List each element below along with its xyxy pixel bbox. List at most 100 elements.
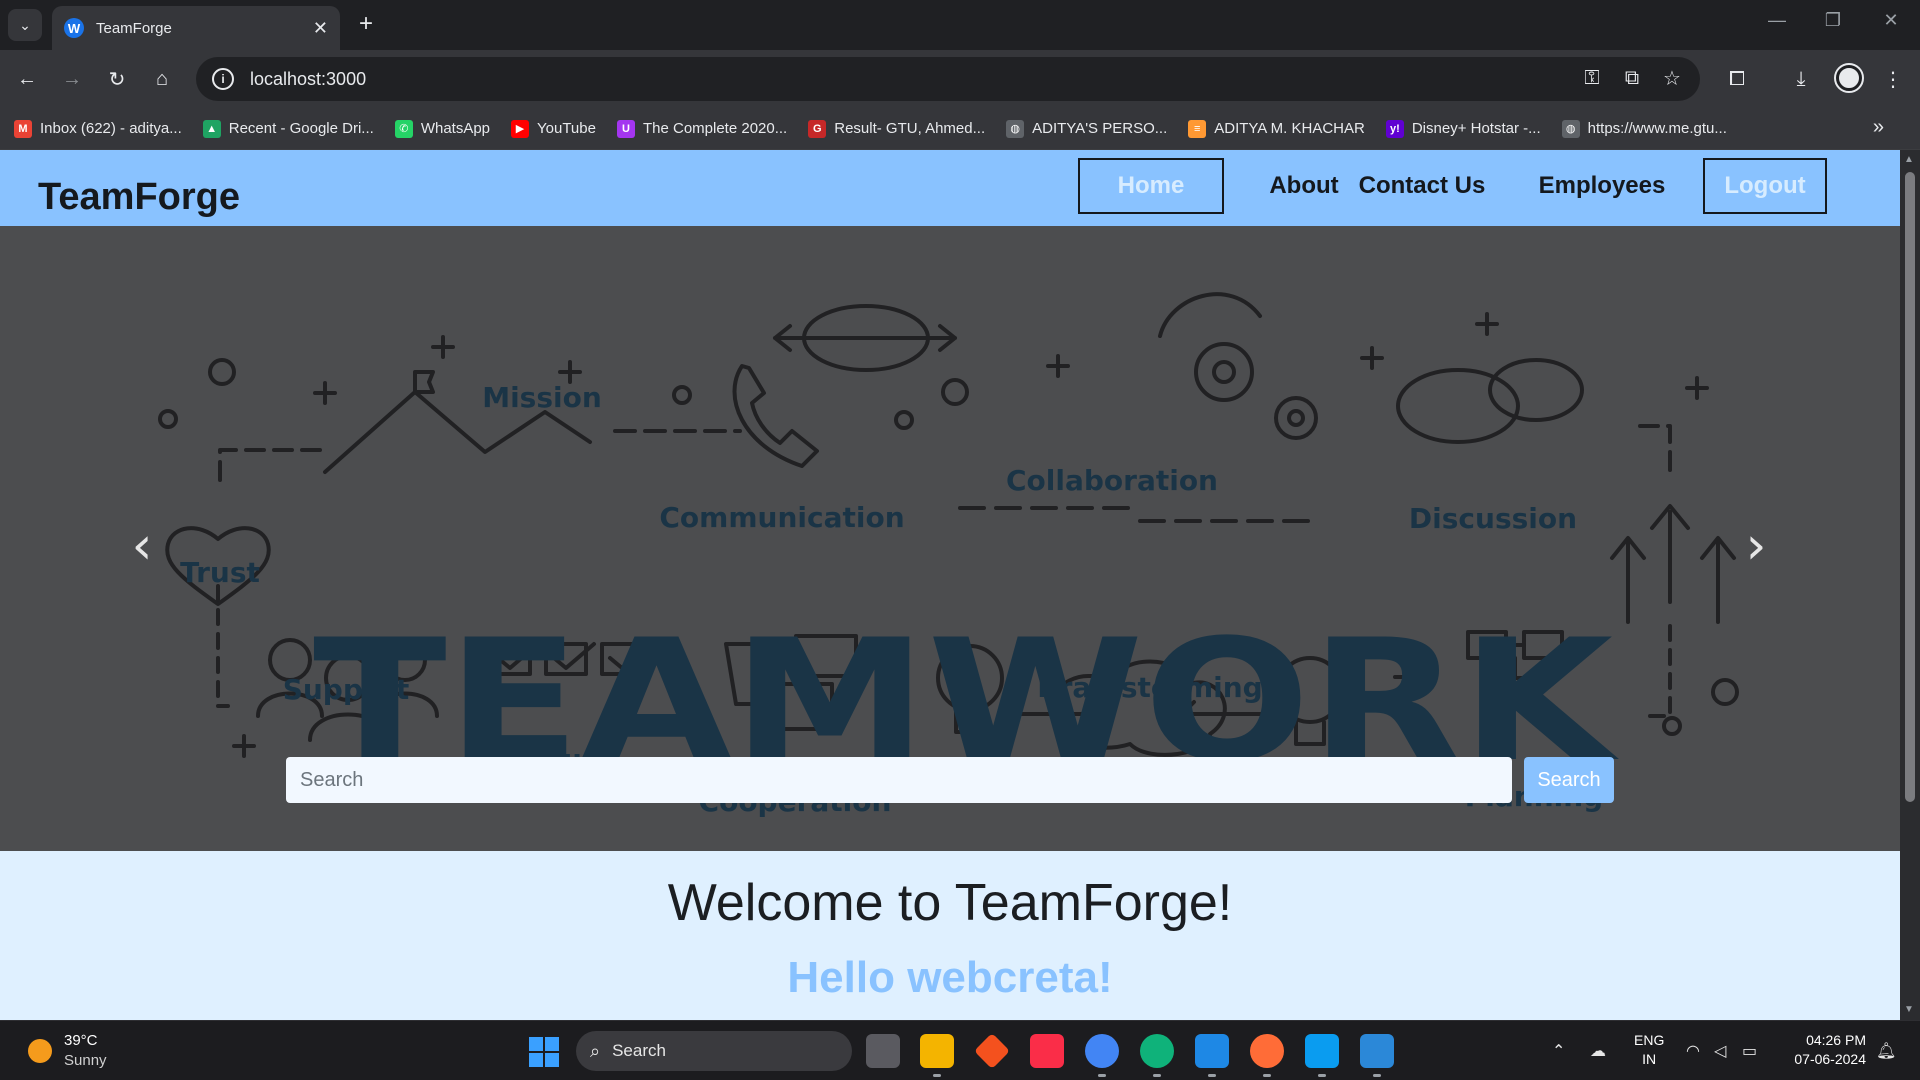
tab-title: TeamForge xyxy=(96,19,172,37)
home-icon[interactable]: ⌂ xyxy=(147,64,177,94)
clock-time: 04:26 PM xyxy=(1806,1032,1866,1048)
nav-logout-button[interactable]: Logout xyxy=(1703,158,1827,214)
bookmark-item[interactable]: y! Disney+ Hotstar -... xyxy=(1385,119,1541,138)
bookmark-label: WhatsApp xyxy=(420,120,491,137)
bookmark-item[interactable]: M Inbox (622) - aditya... xyxy=(14,119,182,138)
browser-tab[interactable]: W TeamForge ✕ xyxy=(52,6,340,50)
page-scrollbar[interactable]: ▲ ▼ xyxy=(1900,150,1920,1020)
bookmark-label: The Complete 2020... xyxy=(642,120,788,137)
carousel-prev-icon[interactable]: ‹ xyxy=(122,516,162,576)
search-form: Search xyxy=(286,757,1616,803)
address-bar[interactable]: i localhost:3000 xyxy=(196,57,1700,101)
site-info-icon[interactable]: i xyxy=(212,68,234,90)
download-icon[interactable]: ⤓ xyxy=(1786,64,1816,94)
search-button[interactable]: Search xyxy=(1524,757,1614,803)
bookmark-item[interactable]: ◍ ADITYA'S PERSO... xyxy=(1006,119,1168,138)
google-drive-icon: ▲ xyxy=(202,119,221,138)
bookmark-item[interactable]: ▶ YouTube xyxy=(511,119,596,138)
site-brand[interactable]: TeamForge xyxy=(38,176,240,219)
bookmark-star-icon[interactable]: ☆ xyxy=(1658,64,1686,92)
site-navbar: TeamForge Home About Contact Us Employee… xyxy=(0,150,1900,226)
task-view-icon[interactable] xyxy=(866,1034,900,1068)
chevron-up-icon[interactable]: ⌃ xyxy=(1552,1041,1565,1061)
tab-strip: ⌄ W TeamForge ✕ + — ❐ ✕ xyxy=(0,0,1920,50)
url-text[interactable]: localhost:3000 xyxy=(250,69,366,90)
welcome-title: Welcome to TeamForge! xyxy=(667,874,1233,932)
install-app-icon[interactable]: ⧉ xyxy=(1618,64,1646,92)
sun-weather-icon[interactable] xyxy=(28,1039,52,1063)
language-indicator[interactable]: ENG IN xyxy=(1634,1031,1664,1069)
bookmark-label: ADITYA'S PERSO... xyxy=(1032,120,1168,137)
taskbar-search[interactable]: ⌕ Search xyxy=(576,1031,852,1071)
region-code: IN xyxy=(1642,1051,1657,1067)
file-explorer-icon[interactable] xyxy=(920,1034,954,1077)
restore-icon[interactable]: ❐ xyxy=(1818,10,1848,31)
nav-home-link[interactable]: Home xyxy=(1078,158,1224,214)
bookmark-label: Inbox (622) - aditya... xyxy=(40,120,182,137)
chrome-icon[interactable] xyxy=(1085,1034,1119,1077)
back-arrow-icon[interactable]: ← xyxy=(12,64,42,94)
hero-word-communication: Communication xyxy=(659,501,904,534)
clock-date: 07-06-2024 xyxy=(1794,1051,1866,1067)
extensions-icon[interactable]: ⧠ xyxy=(1722,64,1752,94)
reload-icon[interactable]: ↻ xyxy=(102,64,132,94)
wifi-icon[interactable]: ◠ xyxy=(1686,1041,1700,1061)
bookmark-item[interactable]: G Result- GTU, Ahmed... xyxy=(808,119,986,138)
gmail-icon: M xyxy=(14,119,32,138)
welcome-user-greeting: Hello webcreta! xyxy=(787,953,1113,1002)
windows-start-icon[interactable] xyxy=(529,1037,559,1067)
music-app-icon[interactable] xyxy=(1030,1034,1064,1068)
postman-icon[interactable] xyxy=(1250,1034,1284,1077)
onedrive-icon[interactable]: ☁ xyxy=(1590,1041,1606,1061)
bookmark-item[interactable]: ▲ Recent - Google Dri... xyxy=(202,119,374,138)
volume-icon[interactable]: ◁ xyxy=(1714,1041,1726,1061)
scroll-up-icon[interactable]: ▲ xyxy=(1904,154,1914,165)
scrollbar-thumb[interactable] xyxy=(1905,172,1915,802)
battery-icon[interactable]: ▭ xyxy=(1742,1041,1757,1061)
bookmark-label: Disney+ Hotstar -... xyxy=(1411,120,1541,137)
youtube-icon: ▶ xyxy=(511,119,530,138)
vscode-icon[interactable] xyxy=(1195,1034,1229,1077)
close-icon[interactable]: ✕ xyxy=(313,18,328,39)
edge-icon[interactable] xyxy=(1140,1034,1174,1077)
profile-avatar[interactable] xyxy=(1834,63,1864,93)
menu-kebab-icon[interactable]: ⋮ xyxy=(1878,64,1908,94)
nav-contact-link[interactable]: Contact Us xyxy=(1344,158,1500,214)
bookmark-item[interactable]: ◍ https://www.me.gtu... xyxy=(1561,119,1727,138)
welcome-section: Welcome to TeamForge! Hello webcreta! xyxy=(0,851,1900,1020)
teamforge-favicon-icon: W xyxy=(64,18,84,38)
skype-icon[interactable] xyxy=(1305,1034,1339,1077)
search-input[interactable] xyxy=(286,757,1512,803)
nav-employees-link[interactable]: Employees xyxy=(1520,158,1684,214)
bookmark-item[interactable]: U The Complete 2020... xyxy=(616,119,788,138)
new-tab-button[interactable]: + xyxy=(352,10,380,38)
globe-icon: ◍ xyxy=(1006,119,1025,138)
chevron-down-icon: ⌄ xyxy=(19,16,31,33)
hero-word-collaboration: Collaboration xyxy=(1006,464,1218,497)
tab-search-button[interactable]: ⌄ xyxy=(8,9,42,41)
git-app-icon[interactable] xyxy=(973,1032,1011,1070)
whatsapp-icon: ✆ xyxy=(394,119,413,138)
close-window-icon[interactable]: ✕ xyxy=(1876,10,1906,31)
bookmark-label: Result- GTU, Ahmed... xyxy=(834,120,986,137)
system-clock[interactable]: 04:26 PM 07-06-2024 xyxy=(1786,1031,1866,1069)
windows-taskbar: 39°C Sunny ⌕ Search ⌃ ☁ ENG IN ◠ ◁ ▭ 04:… xyxy=(0,1020,1920,1080)
browser-toolbar: ← → ↻ ⌂ i localhost:3000 ⚿ ⧉ ☆ ⧠ ⤓ ⋮ xyxy=(0,50,1920,108)
bookmark-item[interactable]: ✆ WhatsApp xyxy=(394,119,491,138)
bookmark-label: https://www.me.gtu... xyxy=(1587,120,1727,137)
forward-arrow-icon[interactable]: → xyxy=(57,64,87,94)
minimize-icon[interactable]: — xyxy=(1762,10,1792,31)
scroll-down-icon[interactable]: ▼ xyxy=(1904,1004,1914,1015)
weather-temperature[interactable]: 39°C xyxy=(64,1032,98,1049)
bookmark-item[interactable]: ≡ ADITYA M. KHACHAR xyxy=(1188,119,1365,138)
page-viewport: TeamForge Home About Contact Us Employee… xyxy=(0,150,1900,1020)
carousel-next-icon[interactable]: › xyxy=(1736,516,1776,576)
search-icon: ⌕ xyxy=(590,1040,601,1061)
hero-carousel: Mission Communication Collaboration Disc… xyxy=(0,226,1900,851)
more-bookmarks-icon[interactable]: » xyxy=(1873,116,1884,139)
password-key-icon[interactable]: ⚿ xyxy=(1578,64,1606,92)
notepad-icon[interactable] xyxy=(1360,1034,1394,1077)
notification-bell-icon[interactable]: 🔔︎ xyxy=(1876,1041,1896,1061)
india-flag-icon: ≡ xyxy=(1188,119,1207,138)
weather-condition[interactable]: Sunny xyxy=(64,1052,107,1069)
